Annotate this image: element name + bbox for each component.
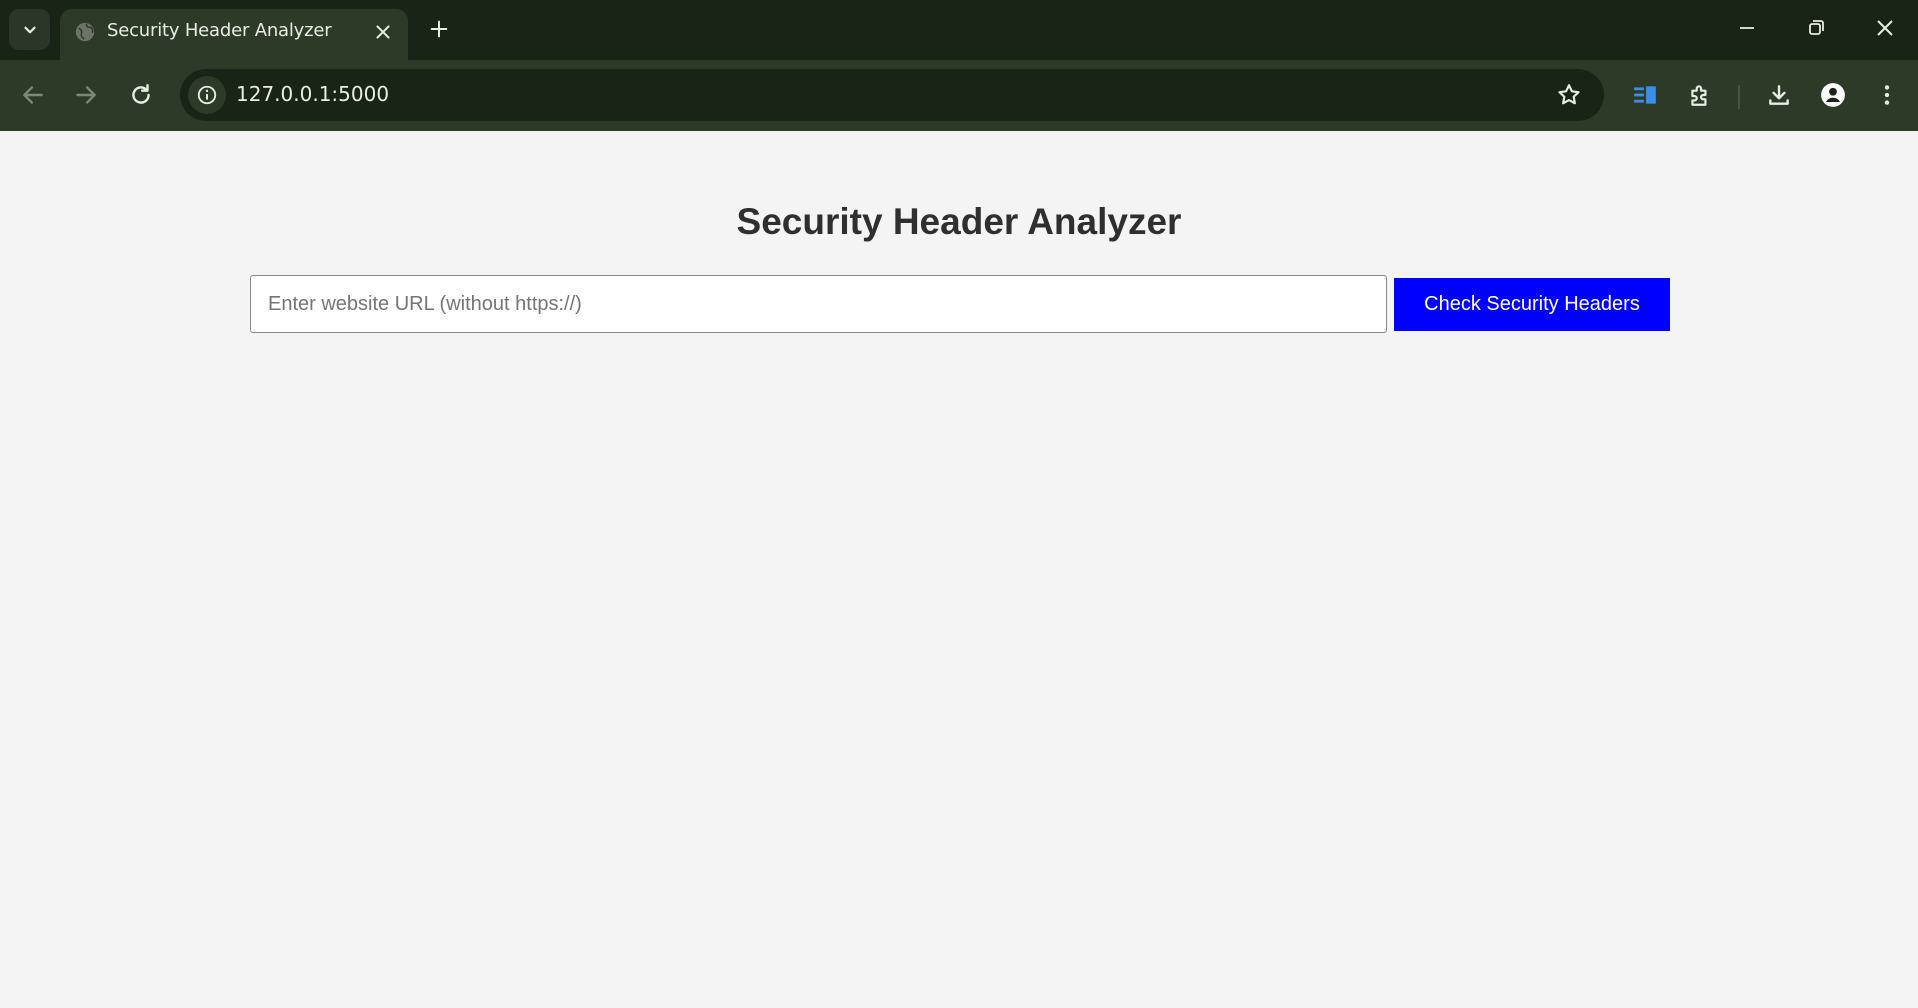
arrow-left-icon[interactable] [20,82,46,108]
person-icon[interactable] [1820,82,1846,108]
globe-icon [75,22,95,42]
browser-toolbar: 127.0.0.1:5000 [0,60,1918,131]
close-window-icon[interactable] [1871,14,1899,42]
address-bar[interactable]: 127.0.0.1:5000 [180,69,1604,121]
reload-icon[interactable] [128,82,154,108]
address-url: 127.0.0.1:5000 [236,82,390,106]
web-page: Security Header Analyzer Check Security … [0,131,1918,1008]
arrow-right-icon[interactable] [73,82,99,108]
tab-title: Security Header Analyzer [107,20,332,41]
minimize-icon[interactable] [1733,14,1761,42]
browser-tab-strip: Security Header Analyzer [0,0,1918,60]
check-security-headers-button[interactable]: Check Security Headers [1394,278,1670,331]
plus-icon[interactable] [428,18,450,40]
download-icon[interactable] [1766,82,1792,108]
more-vert-icon[interactable] [1874,82,1900,108]
page-title: Security Header Analyzer [736,201,1182,242]
url-input[interactable] [250,275,1387,333]
tab-search-button[interactable] [9,9,50,50]
info-icon [197,85,217,105]
site-info-button[interactable] [188,76,226,114]
chevron-down-icon [23,26,36,33]
side-panel-icon[interactable] [1632,82,1658,108]
star-icon[interactable] [1556,82,1582,108]
close-icon[interactable] [372,21,394,43]
browser-tab-active[interactable]: Security Header Analyzer [60,9,408,60]
toolbar-divider [1738,85,1740,109]
restore-icon[interactable] [1802,14,1830,42]
puzzle-icon[interactable] [1687,82,1713,108]
